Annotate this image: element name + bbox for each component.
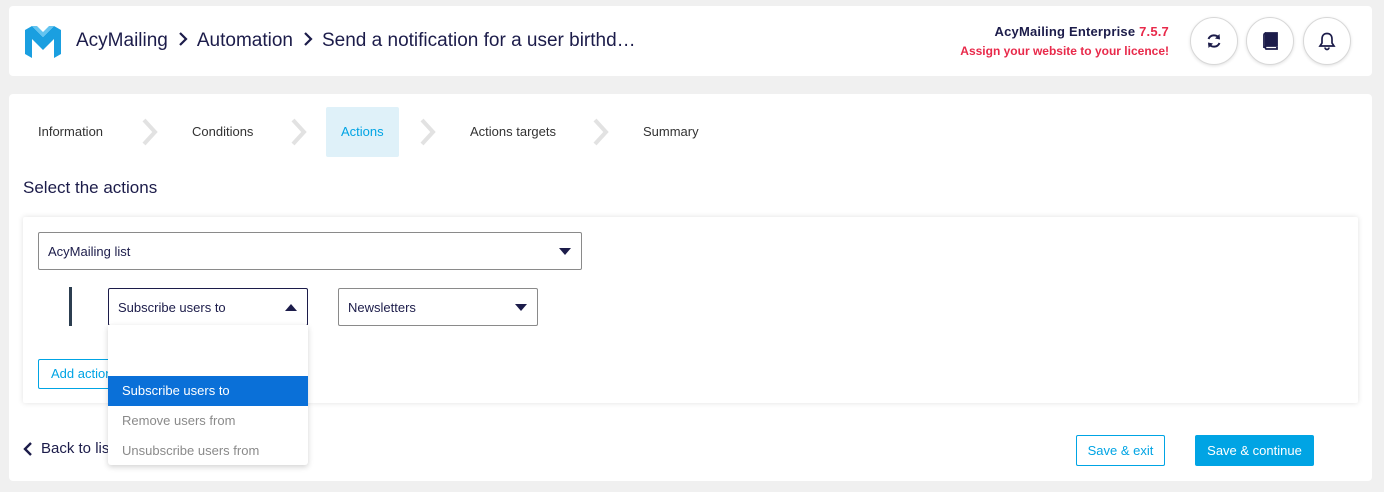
licence-warning-link[interactable]: Assign your website to your licence!: [960, 44, 1169, 58]
breadcrumb-current: Send a notification for a user birthd…: [322, 30, 636, 51]
documentation-button[interactable]: [1246, 17, 1294, 65]
back-to-list-link[interactable]: Back to list: [23, 440, 114, 457]
product-name: AcyMailing Enterprise: [994, 24, 1136, 39]
top-header: AcyMailing Automation Send a notificatio…: [9, 6, 1372, 76]
action-indent-bar: [69, 287, 72, 326]
caret-down-icon: [559, 248, 571, 255]
acymailing-logo-icon[interactable]: [25, 26, 61, 58]
dropdown-search-input[interactable]: [108, 325, 308, 376]
chevron-left-icon: [23, 441, 32, 456]
version-info: AcyMailing Enterprise 7.5.7 Assign your …: [960, 24, 1169, 58]
notifications-button[interactable]: [1303, 17, 1351, 65]
caret-down-icon: [515, 304, 527, 311]
breadcrumb: AcyMailing Automation Send a notificatio…: [76, 30, 636, 52]
step-chevron-icon: [593, 118, 609, 146]
breadcrumb-home[interactable]: AcyMailing: [76, 30, 168, 52]
caret-up-icon: [285, 304, 297, 311]
step-chevron-icon: [420, 118, 436, 146]
step-information[interactable]: Information: [38, 107, 103, 157]
save-exit-button[interactable]: Save & exit: [1076, 435, 1165, 466]
breadcrumb-separator-icon: [303, 30, 313, 52]
step-chevron-icon: [291, 118, 307, 146]
dropdown-option-subscribe[interactable]: Subscribe users to: [108, 376, 308, 406]
action-mode-dropdown: Subscribe users to Remove users from Uns…: [108, 325, 308, 465]
bell-icon: [1318, 32, 1336, 51]
list-select[interactable]: Newsletters: [338, 288, 538, 326]
step-summary[interactable]: Summary: [643, 107, 699, 157]
action-type-select[interactable]: AcyMailing list: [38, 232, 582, 270]
step-actions-targets[interactable]: Actions targets: [470, 107, 556, 157]
step-actions[interactable]: Actions: [326, 107, 399, 157]
step-conditions[interactable]: Conditions: [192, 107, 253, 157]
save-continue-button[interactable]: Save & continue: [1195, 435, 1314, 466]
step-navigation: Information Conditions Actions Actions t…: [9, 107, 809, 157]
documentation-icon: [1263, 32, 1278, 50]
product-version: 7.5.7: [1139, 24, 1169, 39]
dropdown-option-remove[interactable]: Remove users from: [108, 406, 308, 436]
breadcrumb-separator-icon: [178, 30, 188, 52]
refresh-button[interactable]: [1190, 17, 1238, 65]
breadcrumb-automation[interactable]: Automation: [197, 30, 293, 52]
section-title: Select the actions: [23, 178, 158, 197]
action-mode-select[interactable]: Subscribe users to: [108, 288, 308, 326]
refresh-icon: [1207, 34, 1221, 48]
step-chevron-icon: [142, 118, 158, 146]
dropdown-option-unsubscribe[interactable]: Unsubscribe users from: [108, 436, 308, 466]
